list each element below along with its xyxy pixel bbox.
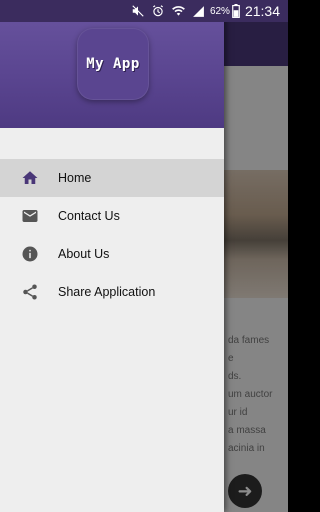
info-icon (0, 245, 58, 263)
menu-item-share-application[interactable]: Share Application (0, 273, 224, 311)
battery-icon (232, 4, 240, 18)
signal-icon (192, 5, 205, 18)
status-bar: 62% 21:34 (0, 0, 288, 22)
drawer-menu: Home Contact Us About Us Share Applicati… (0, 159, 224, 311)
clock: 21:34 (244, 3, 280, 19)
alarm-icon (151, 4, 165, 18)
menu-item-home[interactable]: Home (0, 159, 224, 197)
app-logo-text: My App (86, 56, 140, 72)
menu-item-label: Home (58, 171, 92, 185)
email-icon (0, 207, 58, 225)
wifi-icon (171, 4, 186, 18)
menu-item-label: About Us (58, 247, 110, 261)
home-icon (0, 169, 58, 187)
app-logo: My App (77, 28, 149, 100)
mute-icon (131, 4, 145, 18)
share-icon (0, 283, 58, 301)
menu-item-label: Contact Us (58, 209, 120, 223)
menu-item-label: Share Application (58, 285, 156, 299)
drawer-scrim[interactable] (224, 22, 288, 512)
battery-percent: 62% (209, 5, 230, 17)
menu-item-about-us[interactable]: About Us (0, 235, 224, 273)
navigation-drawer: My App Home Contact Us About Us Share Ap… (0, 0, 224, 512)
menu-item-contact-us[interactable]: Contact Us (0, 197, 224, 235)
